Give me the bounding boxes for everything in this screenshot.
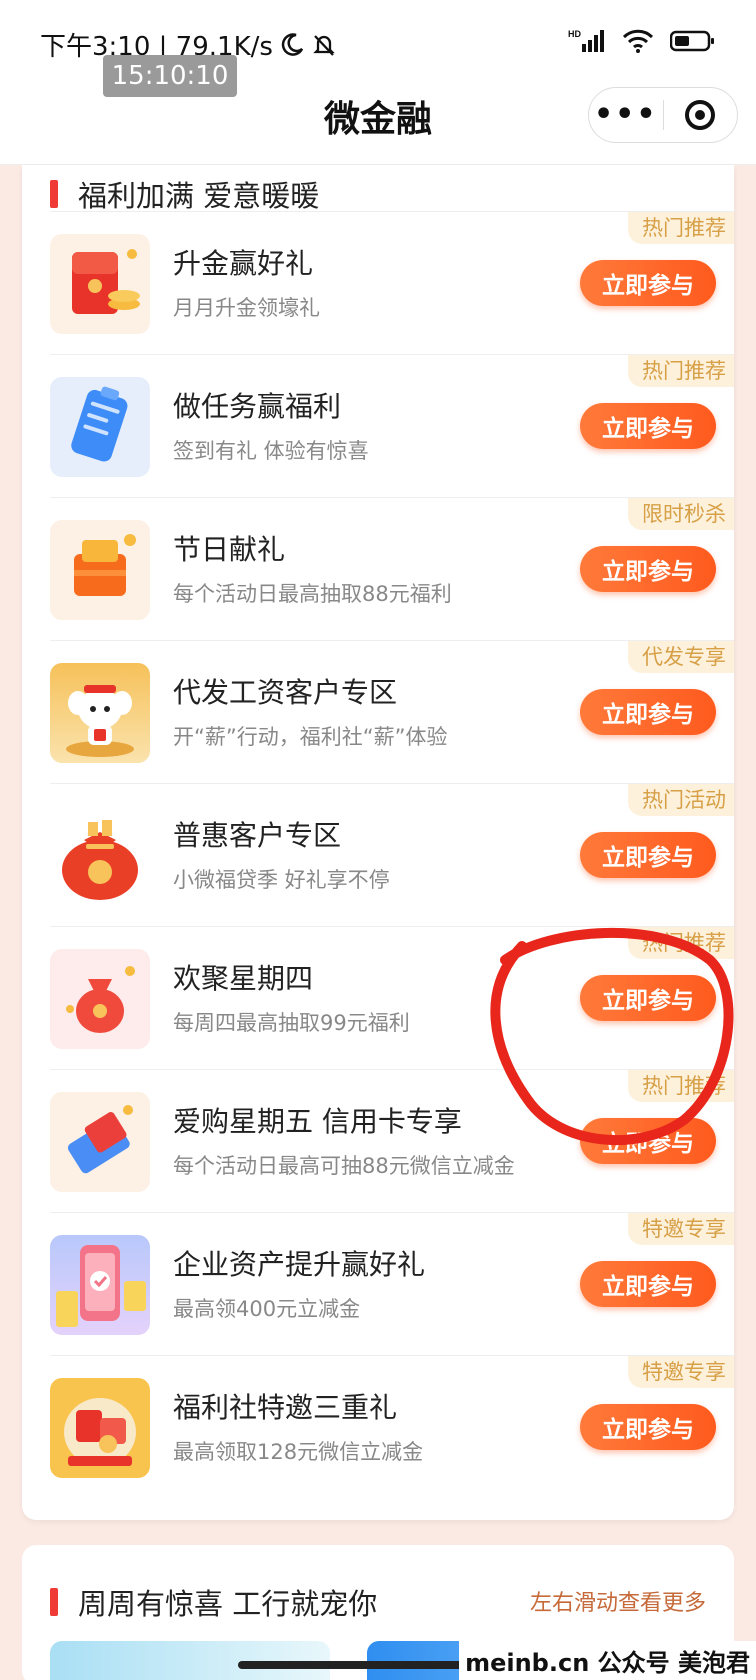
item-subtitle: 最高领400元立减金 [173,1297,361,1321]
close-button[interactable] [664,100,738,130]
top-bar: 下午3:10 | 79.1K/s HD 15:10:10 微金融 ••• [0,0,756,165]
list-item[interactable]: 特邀专享 福利社特邀三重礼 最高领取128元微信立减金 立即参与 [50,1355,734,1498]
list-item[interactable]: 热门推荐 爱购星期五 信用卡专享 每个活动日最高可抽88元微信立减金 立即参与 [50,1069,734,1212]
item-subtitle: 小微福贷季 好礼享不停 [173,868,390,892]
target-icon [685,100,716,130]
lucky-bag-icon [50,949,150,1049]
item-title: 欢聚星期四 [173,962,314,995]
money-bag-icon [50,806,150,906]
item-title: 爱购星期五 信用卡专享 [173,1105,462,1138]
status-right: HD [568,28,716,54]
more-button[interactable]: ••• [589,100,663,130]
mini-program-capsule: ••• [588,87,738,143]
section-header: 周周有惊喜 工行就宠你 [50,1581,377,1623]
list-item[interactable]: 热门推荐 做任务赢福利 签到有礼 体验有惊喜 立即参与 [50,354,734,497]
item-tag: 热门推荐 [628,1070,734,1102]
item-title: 做任务赢福利 [173,390,342,423]
list-item[interactable]: 特邀专享 企业资产提升赢好礼 最高领400元立减金 立即参与 [50,1212,734,1355]
item-subtitle: 每个活动日最高抽取88元福利 [173,582,452,606]
section-header: 福利加满 爱意暖暖 [50,173,319,215]
section-marker [50,1588,58,1616]
join-button[interactable]: 立即参与 [580,1404,716,1450]
item-subtitle: 每个活动日最高可抽88元微信立减金 [173,1154,515,1178]
list-item[interactable]: 限时秒杀 节日献礼 每个活动日最高抽取88元福利 立即参与 [50,497,734,640]
list-item[interactable]: 代发专享 代发工资客户专区 开“薪”行动，福利社“薪”体验 立即参与 [50,640,734,783]
item-tag: 热门活动 [628,784,734,816]
item-tag: 代发专享 [628,641,734,673]
item-tag: 热门推荐 [628,355,734,387]
swipe-more-hint[interactable]: 左右滑动查看更多 [530,1585,706,1617]
item-title: 福利社特邀三重礼 [173,1391,398,1424]
mascot-icon [50,663,150,763]
battery-icon [670,30,714,52]
signal-icon: HD [568,29,604,52]
join-button[interactable]: 立即参与 [580,260,716,306]
item-subtitle: 开“薪”行动，福利社“薪”体验 [173,725,448,749]
item-title: 普惠客户专区 [173,819,342,852]
join-button[interactable]: 立即参与 [580,403,716,449]
join-button[interactable]: 立即参与 [580,689,716,735]
join-button[interactable]: 立即参与 [580,1261,716,1307]
item-subtitle: 月月升金领壕礼 [173,296,320,320]
task-clipboard-icon [50,377,150,477]
join-button[interactable]: 立即参与 [580,975,716,1021]
section-title: 福利加满 爱意暖暖 [78,179,320,213]
join-button[interactable]: 立即参与 [580,1118,716,1164]
item-subtitle: 签到有礼 体验有惊喜 [173,439,369,463]
join-button[interactable]: 立即参与 [580,832,716,878]
item-title: 企业资产提升赢好礼 [173,1248,426,1281]
list-item[interactable]: 热门活动 普惠客户专区 小微福贷季 好礼享不停 立即参与 [50,783,734,926]
item-title: 升金赢好礼 [173,247,314,280]
credit-card-icon [50,1092,150,1192]
list-item[interactable]: 热门推荐 升金赢好礼 月月升金领壕礼 立即参与 [50,211,734,354]
phone-coupon-icon [50,1235,150,1335]
item-subtitle: 最高领取128元微信立减金 [173,1440,424,1464]
join-button[interactable]: 立即参与 [580,546,716,592]
moon-icon [281,32,304,56]
item-tag: 热门推荐 [628,212,734,244]
item-tag: 限时秒杀 [628,498,734,530]
item-tag: 特邀专享 [628,1213,734,1245]
item-subtitle: 每周四最高抽取99元福利 [173,1011,410,1035]
item-tag: 热门推荐 [628,927,734,959]
item-tag: 特邀专享 [628,1356,734,1388]
red-envelope-icon [50,234,150,334]
welfare-card: 福利加满 爱意暖暖 热门推荐 升金赢好礼 月月升金领壕礼 立即参与 热门推荐 做… [22,165,734,1520]
watermark: meinb.cn 公众号 美泡君 [459,1641,756,1680]
list-item[interactable]: 热门推荐 欢聚星期四 每周四最高抽取99元福利 立即参与 [50,926,734,1069]
mute-bell-icon [313,34,335,56]
section-marker [50,180,58,208]
svg-text:HD: HD [568,29,581,39]
item-title: 节日献礼 [173,533,286,566]
item-title: 代发工资客户专区 [173,676,398,709]
section-title: 周周有惊喜 工行就宠你 [78,1587,378,1621]
gift-bundle-icon [50,1378,150,1478]
wifi-icon [622,29,654,53]
gift-box-icon [50,520,150,620]
